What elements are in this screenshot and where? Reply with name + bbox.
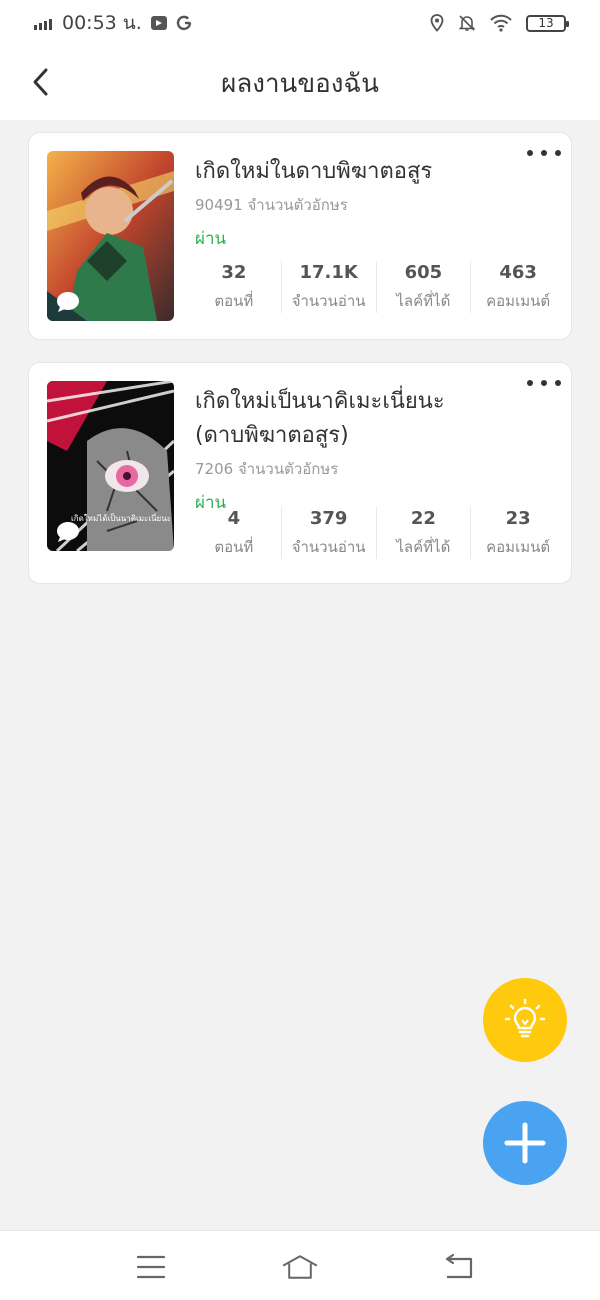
- work-char-count: 90491 จำนวนตัวอักษร: [195, 196, 348, 214]
- work-stats: 4 ตอนที่ 379 จำนวนอ่าน 22 ไลค์ที่ได้ 23 …: [187, 507, 565, 559]
- idea-button[interactable]: [483, 978, 567, 1062]
- stat-reads: 379 จำนวนอ่าน: [280, 507, 376, 559]
- stat-value: 22: [410, 507, 436, 529]
- home-icon: [282, 1255, 318, 1279]
- stat-reads: 17.1K จำนวนอ่าน: [280, 261, 376, 313]
- menu-icon: [136, 1255, 166, 1279]
- work-cover-image[interactable]: เกิดใหม่ได้เป็นนาคิเมะเนี่ยนะ: [47, 381, 174, 551]
- signal-icon: [34, 16, 52, 30]
- cover-caption: เกิดใหม่ได้เป็นนาคิเมะเนี่ยนะ: [71, 514, 171, 523]
- more-horizontal-icon: [527, 380, 533, 386]
- work-cover-image[interactable]: [47, 151, 174, 321]
- system-nav-bar: [0, 1230, 600, 1300]
- status-bar-left: 00:53 น.: [34, 8, 194, 38]
- stat-comments: 463 คอมเมนต์: [470, 261, 565, 313]
- wifi-icon: [490, 14, 512, 32]
- add-work-button[interactable]: [483, 1101, 567, 1185]
- work-title[interactable]: เกิดใหม่เป็นนาคิเมะเนี่ยนะ (ดาบพิฆาตอสูร…: [195, 385, 553, 453]
- page-title: ผลงานของฉัน: [221, 68, 379, 99]
- stat-label: ตอนที่: [214, 537, 254, 556]
- more-options-button[interactable]: [527, 143, 561, 163]
- stat-label: จำนวนอ่าน: [291, 537, 366, 556]
- work-info: เกิดใหม่ในดาบพิฆาตอสูร 90491 จำนวนตัวอัก…: [195, 155, 553, 252]
- stat-likes: 605 ไลค์ที่ได้: [375, 261, 471, 313]
- battery-level: 13: [538, 16, 554, 30]
- stat-label: คอมเมนต์: [486, 291, 551, 310]
- more-options-button[interactable]: [527, 373, 561, 393]
- stat-value: 23: [505, 507, 531, 529]
- works-list: เกิดใหม่ในดาบพิฆาตอสูร 90491 จำนวนตัวอัก…: [28, 132, 572, 606]
- status-bar: 00:53 น. 13: [0, 0, 600, 46]
- work-card[interactable]: เกิดใหม่ได้เป็นนาคิเมะเนี่ยนะ เกิดใหม่เป…: [28, 362, 572, 584]
- nav-home-button[interactable]: [282, 1251, 318, 1283]
- work-title[interactable]: เกิดใหม่ในดาบพิฆาตอสูร: [195, 155, 553, 189]
- stat-value: 605: [404, 261, 443, 283]
- location-icon: [430, 14, 444, 32]
- chat-bubble-icon: [57, 292, 79, 312]
- stat-likes: 22 ไลค์ที่ได้: [375, 507, 471, 559]
- stat-comments: 23 คอมเมนต์: [470, 507, 565, 559]
- app-header: ผลงานของฉัน: [0, 46, 600, 120]
- status-bar-right: 13: [430, 14, 569, 32]
- back-button[interactable]: [24, 66, 56, 98]
- stat-label: จำนวนอ่าน: [291, 291, 366, 310]
- nav-menu-button[interactable]: [133, 1251, 169, 1283]
- more-horizontal-icon: [527, 150, 533, 156]
- plus-icon: [504, 1122, 546, 1164]
- return-icon: [445, 1253, 473, 1279]
- lightbulb-icon: [504, 998, 546, 1038]
- chevron-left-icon: [33, 68, 48, 96]
- stat-label: ตอนที่: [214, 291, 254, 310]
- screen: 00:53 น. 13 ผลงานของฉัน เกิดใหม่ในดาบพิฆ…: [0, 0, 600, 1300]
- work-info: เกิดใหม่เป็นนาคิเมะเนี่ยนะ (ดาบพิฆาตอสูร…: [195, 385, 553, 516]
- battery-icon: 13: [526, 14, 569, 32]
- google-icon: [176, 15, 192, 31]
- work-char-count: 7206 จำนวนตัวอักษร: [195, 460, 339, 478]
- app-notification-icon: [150, 16, 167, 30]
- stat-chapters: 32 ตอนที่: [187, 261, 281, 313]
- stat-value: 17.1K: [299, 261, 358, 283]
- work-card[interactable]: เกิดใหม่ในดาบพิฆาตอสูร 90491 จำนวนตัวอัก…: [28, 132, 572, 340]
- stat-label: ไลค์ที่ได้: [396, 291, 451, 310]
- work-stats: 32 ตอนที่ 17.1K จำนวนอ่าน 605 ไลค์ที่ได้…: [187, 261, 565, 313]
- stat-label: ไลค์ที่ได้: [396, 537, 451, 556]
- stat-value: 32: [221, 261, 247, 283]
- stat-value: 379: [309, 507, 348, 529]
- bell-off-icon: [458, 15, 476, 31]
- work-status: ผ่าน: [195, 229, 227, 249]
- status-time: 00:53 น.: [62, 12, 142, 34]
- stat-label: คอมเมนต์: [486, 537, 551, 556]
- stat-value: 463: [499, 261, 537, 283]
- stat-value: 4: [227, 507, 241, 529]
- nav-back-button[interactable]: [440, 1251, 476, 1283]
- stat-chapters: 4 ตอนที่: [187, 507, 281, 559]
